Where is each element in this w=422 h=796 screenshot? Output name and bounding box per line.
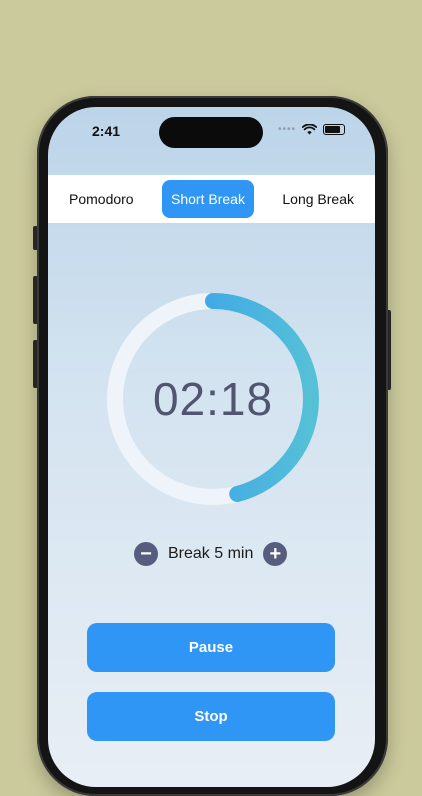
increase-duration-button[interactable]: + xyxy=(263,542,288,566)
battery-icon xyxy=(323,124,345,135)
tab-long-break[interactable]: Long Break xyxy=(273,180,363,218)
stop-button[interactable]: Stop xyxy=(87,692,335,741)
duration-adjuster: − Break 5 min + xyxy=(134,542,288,566)
app-screen: 2:41 •••• Pomodoro Short Break Long Brea… xyxy=(48,107,375,787)
duration-label: Break 5 min xyxy=(168,545,254,562)
dynamic-island xyxy=(159,117,263,148)
tab-pomodoro[interactable]: Pomodoro xyxy=(60,180,143,218)
timer-display: 02:18 xyxy=(152,373,274,425)
decrease-duration-button[interactable]: − xyxy=(134,542,158,566)
timer-ring: 02:18 xyxy=(103,289,323,509)
wifi-icon xyxy=(302,124,317,135)
tab-short-break[interactable]: Short Break xyxy=(162,180,254,218)
status-icons: •••• xyxy=(278,124,345,135)
status-time: 2:41 xyxy=(92,123,121,139)
signal-dots-icon: •••• xyxy=(277,124,296,135)
pause-button[interactable]: Pause xyxy=(87,623,335,672)
mode-tabs: Pomodoro Short Break Long Break xyxy=(48,175,375,223)
